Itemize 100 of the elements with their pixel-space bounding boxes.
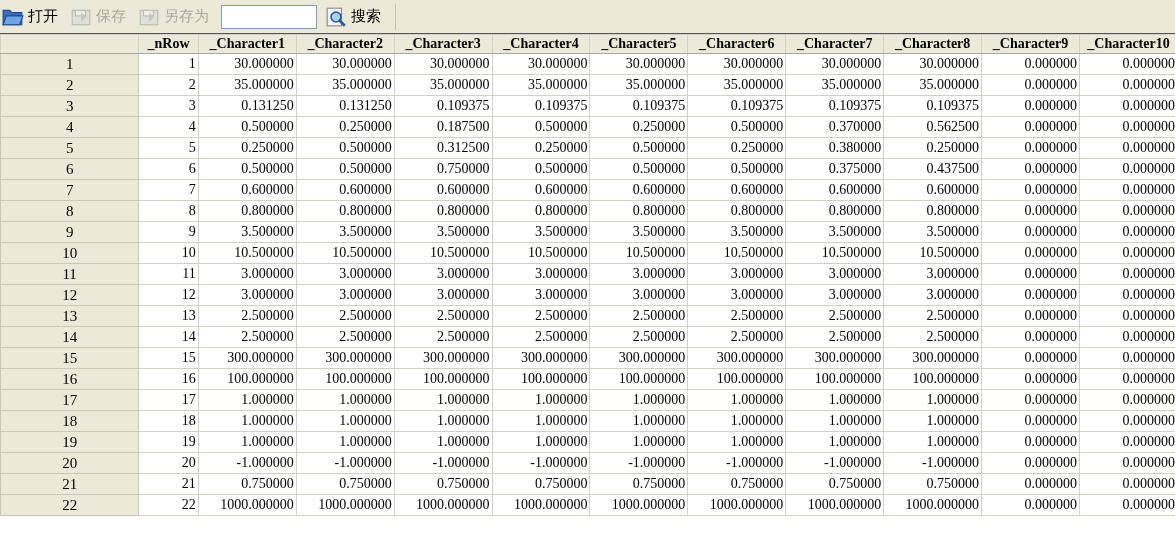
table-cell: 0.312500 xyxy=(394,137,493,159)
column-header[interactable]: _Character6 xyxy=(687,34,786,54)
table-cell: 3.000000 xyxy=(492,284,590,306)
search-icon xyxy=(325,6,347,27)
column-header[interactable]: _Character5 xyxy=(589,34,688,54)
table-cell: 0.000000 xyxy=(981,494,1080,516)
table-cell: 1.000000 xyxy=(687,389,786,411)
table-cell: 0.250000 xyxy=(687,137,786,159)
column-header[interactable]: _Character9 xyxy=(981,34,1080,54)
row-header[interactable]: 8 xyxy=(0,200,139,222)
table-cell: 0.800000 xyxy=(883,200,982,222)
table-cell: 3.000000 xyxy=(883,284,982,306)
table-cell: 1.000000 xyxy=(492,410,590,432)
table-cell: 3.500000 xyxy=(589,221,688,243)
table-cell: 1.000000 xyxy=(785,431,884,453)
table-cell: 0.000000 xyxy=(981,326,1080,348)
row-header[interactable]: 17 xyxy=(0,389,139,411)
table-cell: 1000.000000 xyxy=(198,494,297,516)
search-field[interactable] xyxy=(221,4,317,29)
row-header[interactable]: 3 xyxy=(0,95,139,117)
table-cell: 18 xyxy=(138,410,199,432)
row-header[interactable]: 16 xyxy=(0,368,139,390)
row-header[interactable]: 21 xyxy=(0,473,139,495)
toolbar-button[interactable]: 打开 xyxy=(0,2,66,31)
row-header[interactable]: 10 xyxy=(0,242,139,264)
table-cell: 0.500000 xyxy=(589,137,688,159)
search-button[interactable]: 搜索 xyxy=(323,2,389,31)
table-cell: 14 xyxy=(138,326,199,348)
table-cell: 17 xyxy=(138,389,199,411)
table-cell: -1.000000 xyxy=(492,452,590,474)
row-header[interactable]: 1 xyxy=(0,53,139,75)
row-header[interactable]: 20 xyxy=(0,452,139,474)
row-header[interactable]: 7 xyxy=(0,179,139,201)
table-cell: 1.000000 xyxy=(589,410,688,432)
column-header[interactable]: _Character2 xyxy=(296,34,395,54)
table-cell: -1.000000 xyxy=(296,452,395,474)
column-header[interactable]: _Character8 xyxy=(883,34,982,54)
table-cell: 8 xyxy=(138,200,199,222)
row-header[interactable]: 22 xyxy=(0,494,139,516)
table-cell: 1.000000 xyxy=(785,389,884,411)
table-cell: 300.000000 xyxy=(785,347,884,369)
table-cell: 1000.000000 xyxy=(296,494,395,516)
table-cell: 100.000000 xyxy=(296,368,395,390)
table-cell: 0.750000 xyxy=(492,473,590,495)
table-cell: -1.000000 xyxy=(589,452,688,474)
table-cell: 0.000000 xyxy=(981,368,1080,390)
table-cell: 1.000000 xyxy=(589,431,688,453)
table-cell: 300.000000 xyxy=(589,347,688,369)
table-cell: 2.500000 xyxy=(687,305,786,327)
table-cell: 0.250000 xyxy=(883,137,982,159)
table-cell: 0.250000 xyxy=(492,137,590,159)
table-cell: 100.000000 xyxy=(589,368,688,390)
column-header[interactable]: _Character3 xyxy=(394,34,493,54)
table-cell: 12 xyxy=(138,284,199,306)
table-cell: 1.000000 xyxy=(883,410,982,432)
row-header[interactable]: 14 xyxy=(0,326,139,348)
table-cell: 30.000000 xyxy=(883,53,982,75)
column-header[interactable]: _Character1 xyxy=(198,34,297,54)
row-header[interactable]: 15 xyxy=(0,347,139,369)
table-cell: 3.000000 xyxy=(296,263,395,285)
column-header[interactable]: _nRow xyxy=(138,34,199,54)
table-cell: 100.000000 xyxy=(687,368,786,390)
table-cell: 0.800000 xyxy=(589,200,688,222)
table-cell: 300.000000 xyxy=(687,347,786,369)
table-cell: 3.500000 xyxy=(296,221,395,243)
row-header[interactable]: 5 xyxy=(0,137,139,159)
table-cell: 35.000000 xyxy=(589,74,688,96)
row-header[interactable]: 6 xyxy=(0,158,139,180)
table-cell: 0.380000 xyxy=(785,137,884,159)
row-header[interactable]: 12 xyxy=(0,284,139,306)
table-cell: 0.600000 xyxy=(394,179,493,201)
table-cell: 3 xyxy=(138,95,199,117)
table-cell: 13 xyxy=(138,305,199,327)
row-header[interactable]: 11 xyxy=(0,263,139,285)
table-cell: 100.000000 xyxy=(492,368,590,390)
table-cell: 21 xyxy=(138,473,199,495)
row-header[interactable]: 13 xyxy=(0,305,139,327)
row-header[interactable]: 4 xyxy=(0,116,139,138)
table-cell: 3.000000 xyxy=(198,263,297,285)
table-cell: 0.800000 xyxy=(394,200,493,222)
table-cell: 3.500000 xyxy=(883,221,982,243)
table-cell: 1000.000000 xyxy=(687,494,786,516)
table-cell: 0.750000 xyxy=(687,473,786,495)
table-cell: 0.000000 xyxy=(981,179,1080,201)
column-header[interactable]: _Character7 xyxy=(785,34,884,54)
table-cell: 0.600000 xyxy=(785,179,884,201)
row-header[interactable]: 2 xyxy=(0,74,139,96)
table-cell: 19 xyxy=(138,431,199,453)
table-cell: 3.000000 xyxy=(589,263,688,285)
row-header[interactable]: 19 xyxy=(0,431,139,453)
table-cell: 300.000000 xyxy=(296,347,395,369)
column-header[interactable]: _Character4 xyxy=(492,34,590,54)
column-header[interactable]: _Character10 xyxy=(1079,34,1175,54)
table-cell: 0.000000 xyxy=(981,431,1080,453)
table-cell: 1.000000 xyxy=(296,431,395,453)
row-header[interactable]: 9 xyxy=(0,221,139,243)
table-cell: 0.800000 xyxy=(198,200,297,222)
row-header[interactable]: 18 xyxy=(0,410,139,432)
table-cell: 0.131250 xyxy=(198,95,297,117)
table-cell: 0.750000 xyxy=(394,473,493,495)
